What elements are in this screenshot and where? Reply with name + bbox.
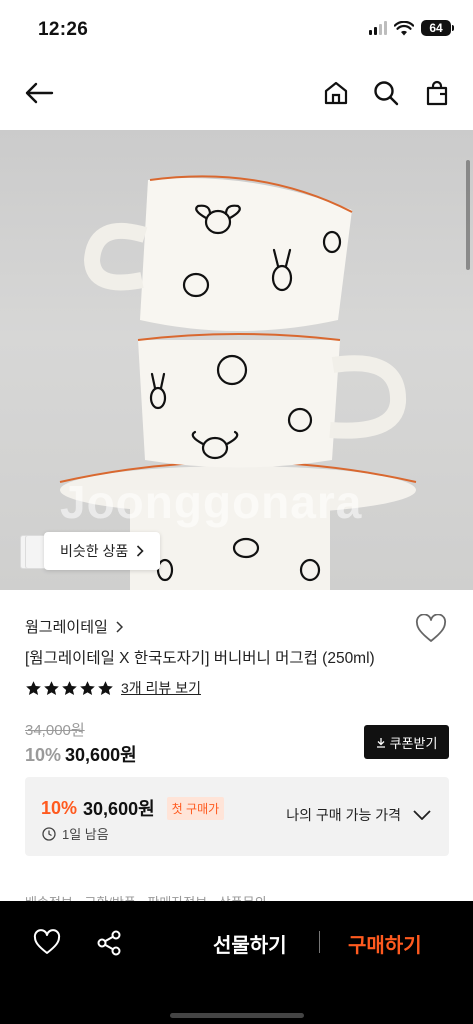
bottom-action-bar: 선물하기 구매하기: [0, 901, 473, 1024]
offer-price: 30,600원: [83, 799, 155, 819]
download-icon: [376, 737, 385, 748]
my-price-toggle[interactable]: 나의 구매 가능 가격: [286, 805, 431, 825]
nav-bar: [0, 62, 473, 128]
status-bar: 12:26 64: [0, 0, 473, 60]
cart-button[interactable]: [420, 76, 454, 110]
offer-price-row: 10% 30,600원 첫 구매가: [41, 795, 225, 821]
back-button[interactable]: [22, 76, 56, 110]
shopping-bag-icon: [426, 80, 448, 106]
status-time: 12:26: [38, 19, 89, 40]
star-icon: [80, 680, 95, 695]
product-image[interactable]: Joonggonara 비슷한 상품: [0, 130, 473, 590]
battery-icon: 64: [421, 20, 454, 36]
time-left: 1일 남음: [62, 827, 109, 842]
rating-stars: [25, 680, 114, 697]
status-icons: 64: [369, 20, 454, 36]
image-scrollbar[interactable]: [466, 160, 470, 270]
first-purchase-offer: 10% 30,600원 첫 구매가 1일 남음 나의 구매 가능 가격: [25, 777, 449, 856]
sale-price: 30,600원: [65, 745, 137, 765]
home-button[interactable]: [319, 76, 353, 110]
price-row: 10% 30,600원: [25, 741, 137, 767]
gift-button[interactable]: 선물하기: [213, 929, 287, 958]
clock-icon: [42, 826, 56, 841]
home-icon: [324, 81, 348, 105]
wifi-icon: [394, 20, 414, 35]
original-price: 34,000원: [25, 722, 85, 739]
buy-button[interactable]: 구매하기: [348, 929, 422, 958]
watermark: Joonggonara: [60, 476, 363, 528]
my-price-label: 나의 구매 가능 가격: [286, 807, 401, 823]
similar-products-button[interactable]: 비슷한 상품: [44, 532, 161, 570]
star-icon: [62, 680, 77, 695]
brand-link[interactable]: 웜그레이테일: [25, 616, 123, 637]
offer-discount: 10%: [41, 797, 78, 818]
home-indicator: [170, 1013, 304, 1018]
share-icon[interactable]: [95, 929, 123, 957]
offer-time: 1일 남음: [42, 824, 109, 843]
arrow-left-icon: [25, 82, 54, 104]
discount-rate: 10%: [25, 745, 62, 765]
coupon-button[interactable]: 쿠폰받기: [364, 725, 449, 759]
search-button[interactable]: [369, 76, 403, 110]
chevron-right-icon: [137, 545, 144, 557]
star-icon: [44, 680, 59, 695]
search-icon: [374, 81, 399, 106]
similar-products-label: 비슷한 상품: [60, 543, 129, 559]
rating-row: 3개 리뷰 보기: [25, 678, 201, 698]
review-link[interactable]: 3개 리뷰 보기: [121, 678, 201, 698]
button-divider: [319, 931, 320, 953]
heart-icon: [415, 613, 447, 642]
product-title: [웜그레이테일 X 한국도자기] 버니버니 머그컵 (250ml): [25, 650, 375, 667]
star-icon: [26, 680, 41, 695]
chevron-down-icon: [413, 810, 431, 820]
brand-name: 웜그레이테일: [25, 619, 108, 636]
chevron-right-icon: [116, 620, 123, 633]
wishlist-button[interactable]: [415, 613, 447, 644]
star-icon: [98, 680, 113, 695]
first-purchase-badge: 첫 구매가: [166, 796, 225, 820]
heart-icon[interactable]: [33, 929, 61, 957]
signal-icon: [369, 21, 387, 35]
coupon-label: 쿠폰받기: [389, 735, 438, 751]
